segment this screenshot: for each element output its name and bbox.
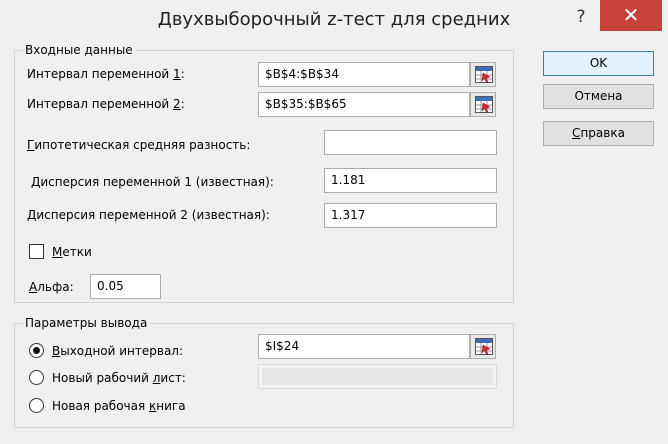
range1-label: Интервал переменной 1: [27, 67, 185, 81]
help-button[interactable]: Справка [543, 121, 654, 146]
hyp-diff-input[interactable] [324, 130, 497, 155]
labels-checkbox-label: Метки [52, 245, 92, 259]
new-workbook-radio[interactable] [29, 398, 44, 413]
output-range-picker-button[interactable] [470, 334, 496, 359]
output-range-label: Выходной интервал: [52, 344, 184, 358]
ok-button[interactable]: OK [543, 51, 654, 76]
range-select-icon [475, 96, 493, 113]
var1-input[interactable]: 1.181 [324, 168, 497, 193]
new-sheet-radio[interactable] [29, 370, 44, 385]
new-sheet-input[interactable] [258, 364, 497, 389]
dialog-body: Входные данные Интервал переменной 1: $B… [7, 38, 661, 437]
var1-label: Дисперсия переменной 1 (известная): [31, 175, 274, 189]
hyp-diff-label: Гипотетическая средняя разность: [27, 138, 251, 152]
new-sheet-label: Новый рабочий лист: [52, 371, 186, 385]
alpha-input[interactable]: 0.05 [90, 274, 161, 299]
range2-label: Интервал переменной 2: [27, 97, 185, 111]
title-bar: Двухвыборочный z-тест для средних ? ✕ [0, 0, 668, 38]
labels-checkbox[interactable] [29, 244, 44, 259]
help-question-icon[interactable]: ? [570, 6, 592, 28]
output-range-radio[interactable] [29, 343, 44, 358]
output-group-label: Параметры вывода [23, 316, 150, 330]
output-range-input[interactable]: $I$24 [258, 334, 470, 359]
new-workbook-label: Новая рабочая книга [52, 399, 186, 413]
range2-input[interactable]: $B$35:$B$65 [258, 92, 470, 117]
range1-picker-button[interactable] [470, 62, 496, 87]
input-group-label: Входные данные [23, 43, 135, 57]
range-select-icon [475, 66, 493, 83]
cancel-button[interactable]: Отмена [543, 84, 654, 109]
close-button[interactable]: ✕ [600, 0, 662, 31]
var2-label: Дисперсия переменной 2 (известная): [27, 208, 270, 222]
var2-input[interactable]: 1.317 [324, 203, 497, 228]
alpha-label: Альфа: [29, 280, 74, 294]
new-sheet-input-fill [262, 368, 493, 385]
range-select-icon [475, 338, 493, 355]
range1-input[interactable]: $B$4:$B$34 [258, 62, 470, 87]
window-title: Двухвыборочный z-тест для средних [157, 9, 511, 30]
range2-picker-button[interactable] [470, 92, 496, 117]
